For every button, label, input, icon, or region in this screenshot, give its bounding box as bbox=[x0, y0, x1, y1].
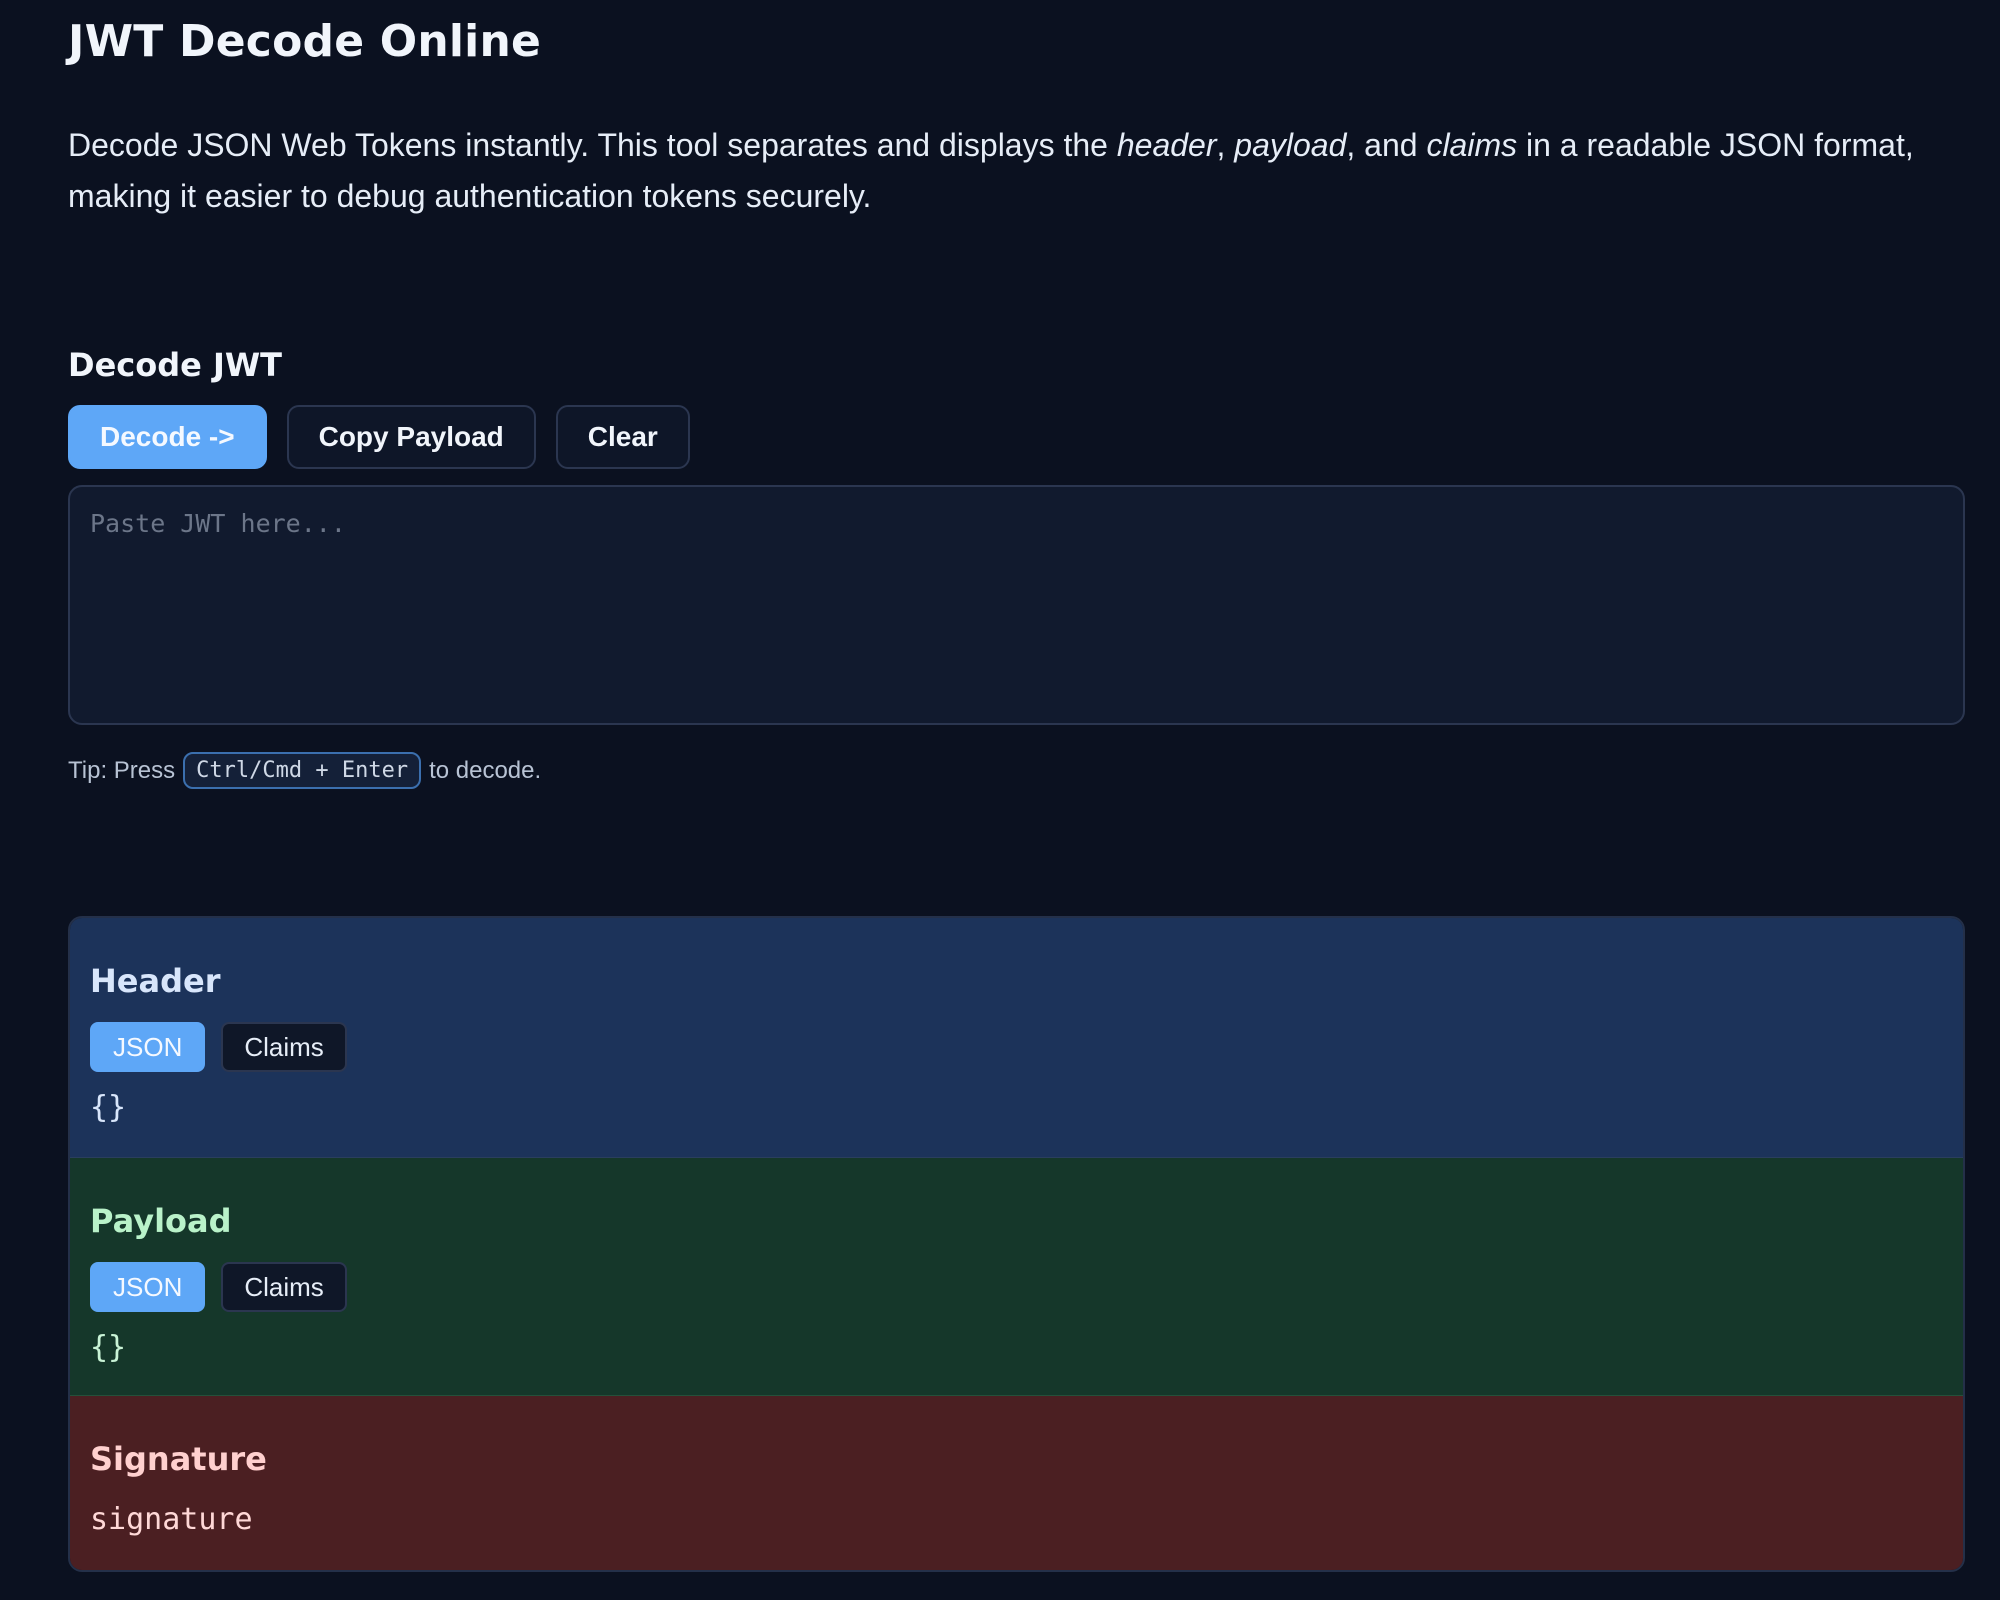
header-panel: Header JSON Claims {} bbox=[70, 918, 1963, 1158]
jwt-input[interactable] bbox=[68, 485, 1965, 725]
intro-claims-word: claims bbox=[1426, 127, 1518, 163]
payload-tab-json[interactable]: JSON bbox=[90, 1262, 206, 1312]
decode-heading: Decode JWT bbox=[68, 346, 282, 384]
copy-payload-button[interactable]: Copy Payload bbox=[286, 405, 536, 469]
tip-suffix: to decode. bbox=[429, 756, 542, 784]
clear-button[interactable]: Clear bbox=[555, 405, 690, 469]
shortcut-key: Ctrl/Cmd + Enter bbox=[183, 752, 422, 789]
header-json-output: {} bbox=[90, 1090, 127, 1125]
signature-output: signature bbox=[90, 1502, 253, 1537]
header-panel-title: Header bbox=[90, 962, 221, 1000]
signature-panel-title: Signature bbox=[90, 1440, 267, 1478]
decode-button[interactable]: Decode -> bbox=[68, 405, 267, 469]
decode-toolbar: Decode -> Copy Payload Clear bbox=[68, 405, 690, 469]
intro-sep2: , and bbox=[1346, 127, 1427, 163]
signature-panel: Signature signature bbox=[70, 1396, 1963, 1570]
intro-text: Decode JSON Web Tokens instantly. This t… bbox=[68, 120, 1928, 222]
intro-payload-word: payload bbox=[1234, 127, 1347, 163]
payload-tabs: JSON Claims bbox=[90, 1262, 1943, 1312]
payload-panel: Payload JSON Claims {} bbox=[70, 1158, 1963, 1396]
header-tab-claims[interactable]: Claims bbox=[221, 1022, 347, 1072]
intro-sep1: , bbox=[1216, 127, 1235, 163]
payload-panel-title: Payload bbox=[90, 1202, 232, 1240]
payload-tab-claims[interactable]: Claims bbox=[221, 1262, 347, 1312]
header-tab-json[interactable]: JSON bbox=[90, 1022, 206, 1072]
tip-prefix: Tip: Press bbox=[68, 756, 176, 784]
shortcut-tip: Tip: Press Ctrl/Cmd + Enter to decode. bbox=[68, 752, 541, 789]
intro-header-word: header bbox=[1116, 127, 1217, 163]
header-tabs: JSON Claims bbox=[90, 1022, 1943, 1072]
decoded-output: Header JSON Claims {} Payload JSON Claim… bbox=[68, 916, 1965, 1572]
page: JWT Decode Online Decode JSON Web Tokens… bbox=[0, 0, 2000, 1600]
page-title: JWT Decode Online bbox=[68, 16, 542, 67]
payload-json-output: {} bbox=[90, 1330, 127, 1365]
intro-part1: Decode JSON Web Tokens instantly. This t… bbox=[68, 127, 1117, 163]
